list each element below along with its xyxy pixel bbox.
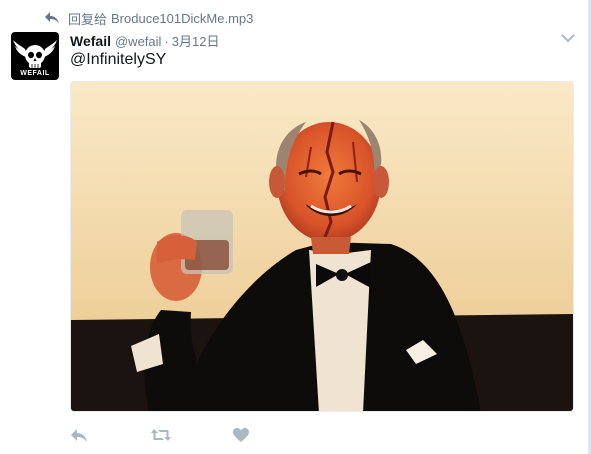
tweet-media-photo[interactable] — [70, 81, 574, 412]
mention-link[interactable]: @InfinitelySY — [70, 51, 166, 68]
retweet-icon[interactable] — [150, 426, 172, 444]
reply-arrow-icon — [45, 12, 59, 24]
reply-context-target[interactable]: Broduce101DickMe.mp3 — [111, 11, 253, 26]
author-fullname[interactable]: Wefail — [70, 33, 111, 49]
reply-context-prefix: 回复给 — [68, 11, 108, 27]
author-username[interactable]: @wefail — [115, 34, 161, 49]
header-separator: · — [164, 34, 169, 49]
tweet-header: Wefail @wefail · 3月12日 — [70, 31, 219, 49]
reply-icon[interactable] — [70, 426, 88, 444]
heart-icon[interactable] — [232, 426, 250, 444]
reply-context[interactable]: 回复给 Broduce101DickMe.mp3 — [44, 9, 253, 27]
tweet-timestamp[interactable]: 3月12日 — [172, 31, 220, 50]
tweet-text: @InfinitelySY — [70, 51, 166, 69]
chevron-down-icon[interactable] — [561, 33, 575, 43]
avatar-logo-text: WEFAIL — [20, 70, 50, 77]
avatar[interactable]: WEFAIL — [11, 32, 59, 80]
photo-image — [71, 82, 573, 411]
